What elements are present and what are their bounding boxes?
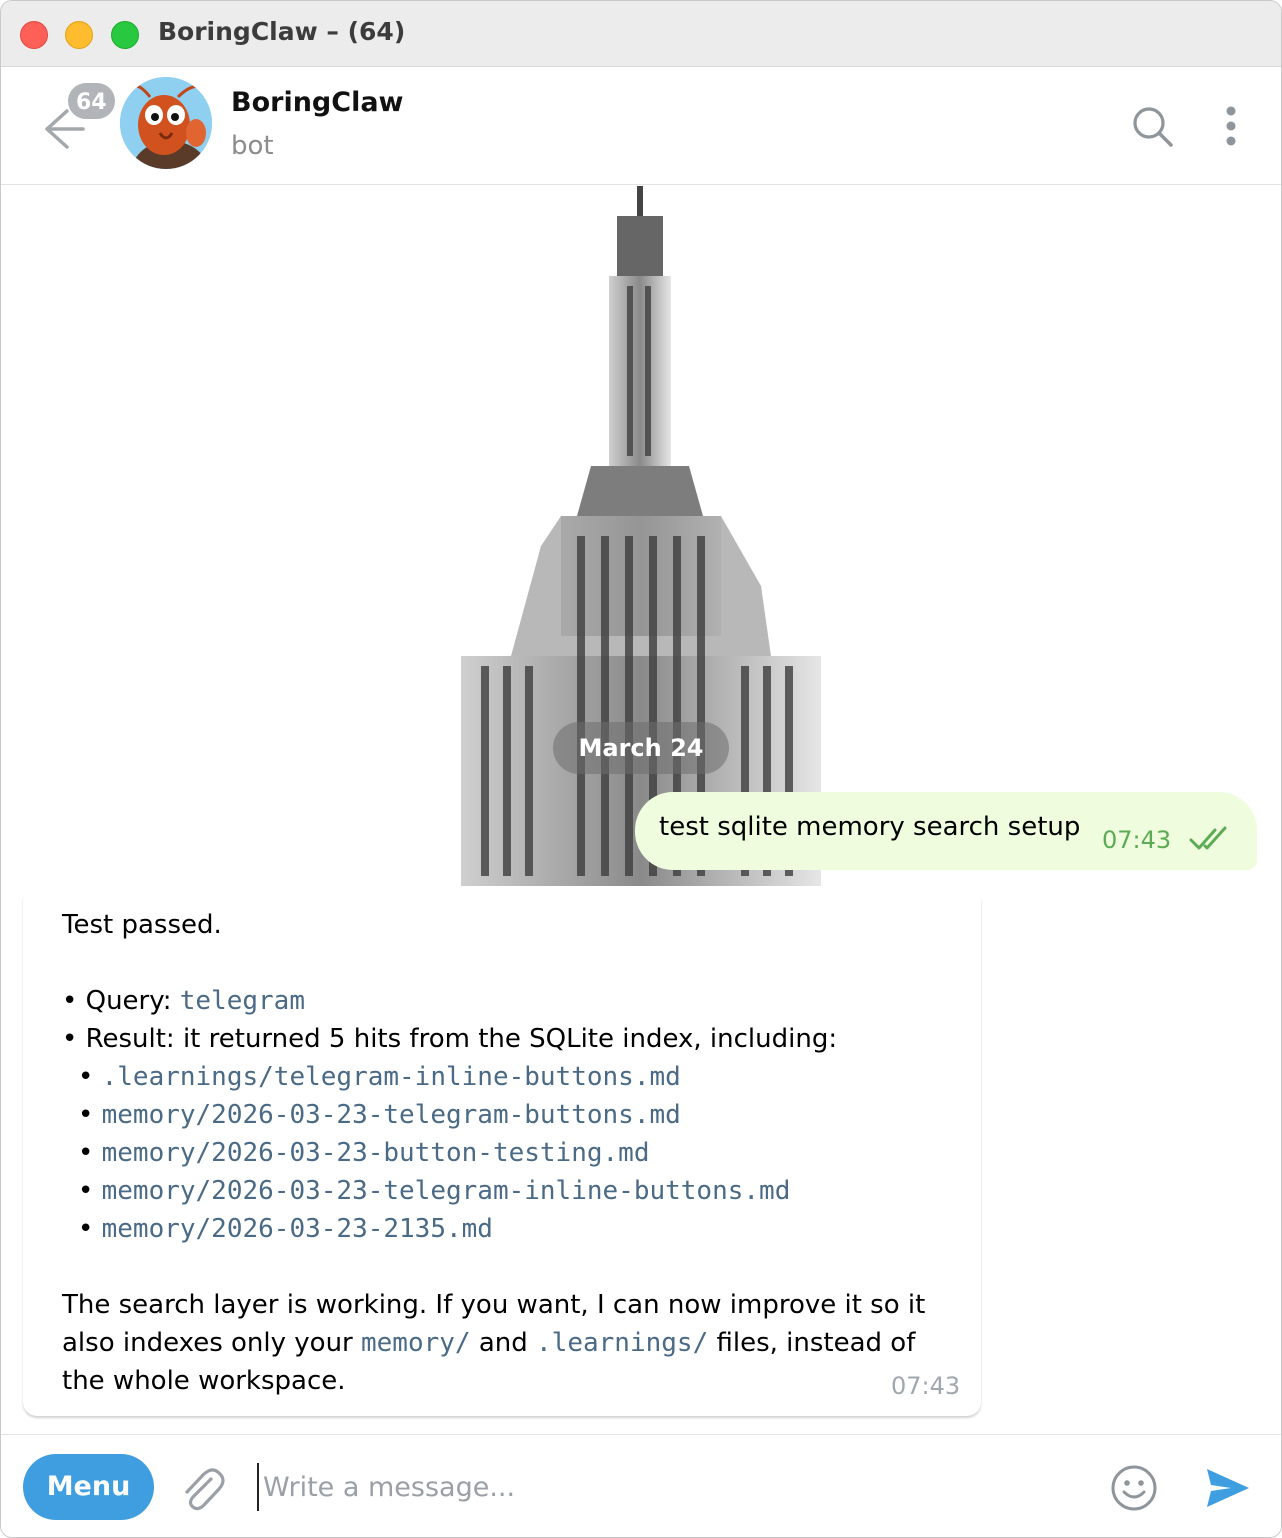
- query-value: telegram: [179, 986, 305, 1016]
- attach-button[interactable]: [177, 1465, 227, 1515]
- app-window: BoringClaw – (64) 64 BoringClaw bot Marc…: [0, 0, 1282, 1538]
- message-composer: Menu: [1, 1434, 1281, 1537]
- more-options-button[interactable]: [1215, 105, 1247, 149]
- maximize-window-button[interactable]: [111, 21, 139, 49]
- query-label: • Query:: [62, 986, 180, 1016]
- message-list[interactable]: March 24 test sqlite memory search setup…: [1, 186, 1281, 1434]
- hit-item: • memory/2026-03-23-telegram-inline-butt…: [78, 1176, 791, 1206]
- title-bar: BoringClaw – (64): [1, 1, 1281, 67]
- hit-item: • memory/2026-03-23-2135.md: [78, 1214, 493, 1244]
- learnings-dir-code: .learnings/: [536, 1328, 709, 1358]
- send-button[interactable]: [1203, 1465, 1253, 1511]
- chat-background-building-image: [461, 186, 821, 886]
- send-icon: [1207, 1469, 1249, 1507]
- incoming-message-body: Test passed. • Query: telegram • Result:…: [62, 906, 962, 1400]
- hit-item: • .learnings/telegram-inline-buttons.md: [78, 1062, 681, 1092]
- outgoing-message[interactable]: test sqlite memory search setup 07:43: [635, 792, 1257, 870]
- query-line: • Query: telegram: [62, 982, 962, 1020]
- bot-menu-button[interactable]: Menu: [23, 1454, 154, 1520]
- outro-line-1: The search layer is working. If you want…: [62, 1290, 926, 1320]
- unread-count-badge: 64: [66, 81, 117, 121]
- date-separator: March 24: [553, 722, 729, 774]
- incoming-message[interactable]: Test passed. • Query: telegram • Result:…: [23, 888, 981, 1416]
- outgoing-message-text: test sqlite memory search setup: [659, 812, 1081, 842]
- bot-avatar[interactable]: [120, 77, 212, 169]
- chat-status: bot: [231, 131, 274, 161]
- outro-line-2: also indexes only your memory/ and .lear…: [62, 1328, 916, 1358]
- chat-header: 64 BoringClaw bot: [1, 67, 1281, 185]
- message-input[interactable]: [257, 1463, 1077, 1511]
- window-title: BoringClaw – (64): [158, 17, 406, 46]
- minimize-window-button[interactable]: [65, 21, 93, 49]
- paperclip-icon: [185, 1468, 225, 1511]
- outgoing-message-time: 07:43: [1102, 826, 1172, 854]
- search-button[interactable]: [1129, 103, 1177, 151]
- hit-item: • memory/2026-03-23-telegram-buttons.md: [78, 1100, 681, 1130]
- close-window-button[interactable]: [20, 21, 48, 49]
- hit-item: • memory/2026-03-23-button-testing.md: [78, 1138, 650, 1168]
- emoji-button[interactable]: [1109, 1463, 1159, 1513]
- chat-name[interactable]: BoringClaw: [231, 87, 403, 118]
- incoming-message-time: 07:43: [891, 1372, 961, 1400]
- double-check-read-icon: [1189, 826, 1227, 850]
- message-intro: Test passed.: [62, 910, 222, 940]
- lobster-avatar-icon: [120, 77, 212, 169]
- result-line: • Result: it returned 5 hits from the SQ…: [62, 1024, 838, 1054]
- outro-line-3: the whole workspace.: [62, 1366, 346, 1396]
- more-vertical-icon: [1226, 106, 1236, 146]
- search-icon: [1133, 107, 1173, 147]
- memory-dir-code: memory/: [361, 1328, 471, 1358]
- smiley-icon: [1111, 1465, 1157, 1511]
